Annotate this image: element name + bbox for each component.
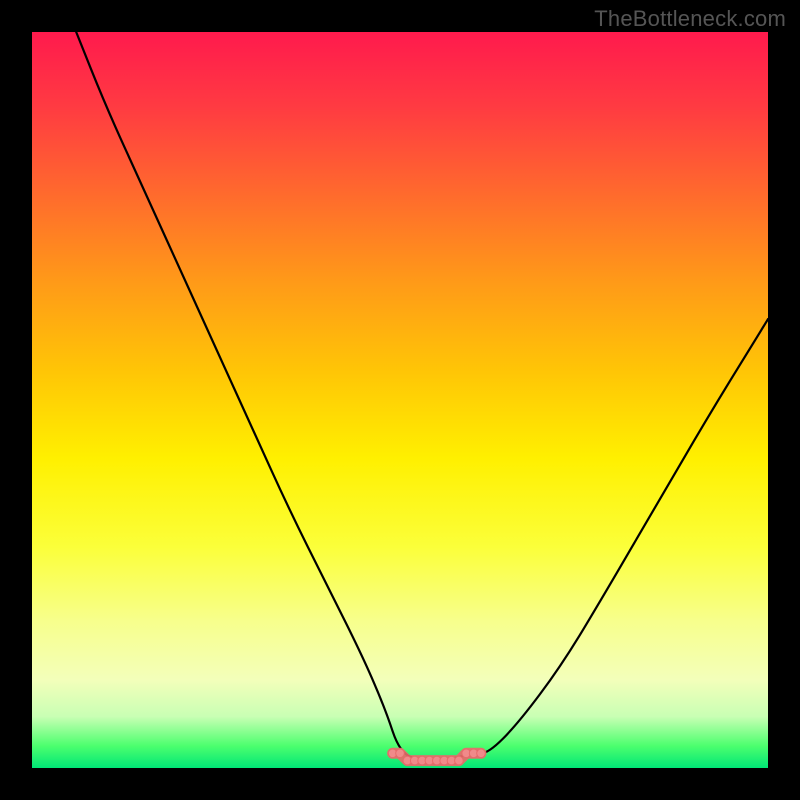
minimum-markers — [388, 749, 485, 765]
minimum-marker-dot — [396, 749, 405, 758]
curve-overlay — [32, 32, 768, 768]
watermark-text: TheBottleneck.com — [594, 6, 786, 32]
bottleneck-curve — [76, 32, 768, 761]
plot-area — [32, 32, 768, 768]
minimum-marker-dot — [455, 756, 464, 765]
minimum-marker-dot — [477, 749, 486, 758]
chart-frame: TheBottleneck.com — [0, 0, 800, 800]
